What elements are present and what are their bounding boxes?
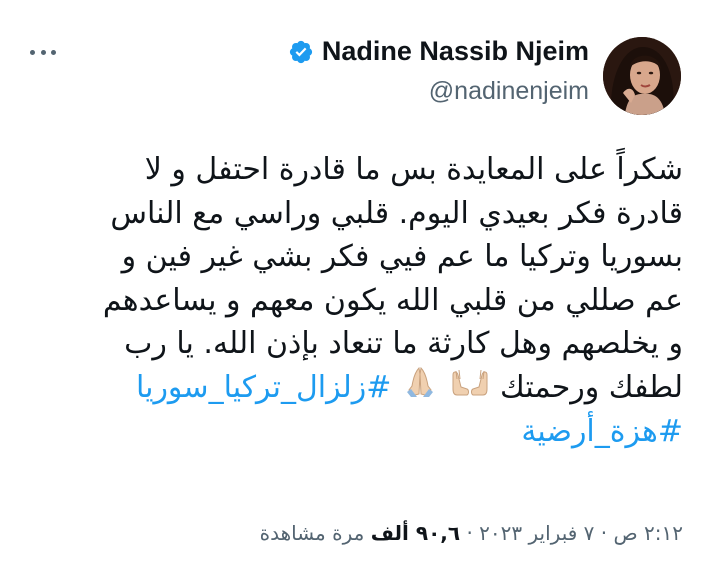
author-info: Nadine Nassib Njeim @nadinenjeim bbox=[288, 36, 589, 106]
tweet-line-last: لطفك ورحمتك #زلزال_تركيا_سوريا bbox=[28, 366, 683, 411]
tweet-line: #هزة_أرضية bbox=[28, 410, 683, 454]
tweet-line: و يخلصهم وهل كارثة ما تنعاد بإذن الله. ي… bbox=[124, 326, 683, 361]
name-row: Nadine Nassib Njeim bbox=[288, 36, 589, 67]
tweet-time[interactable]: ٢:١٢ ص bbox=[613, 521, 683, 545]
tweet-meta: ٢:١٢ ص · ٧ فبراير ٢٠٢٣ · ٩٠,٦ ألف مرة مش… bbox=[260, 521, 683, 545]
verified-badge-icon bbox=[289, 40, 313, 63]
tweet-line: شكراً على المعايدة بس ما قادرة احتفل و ل… bbox=[144, 152, 683, 187]
views-label: مرة مشاهدة bbox=[259, 521, 365, 545]
author-handle[interactable]: @nadinenjeim bbox=[288, 77, 589, 106]
hashtag-link[interactable]: #هزة_أرضية bbox=[521, 414, 683, 449]
tweet-line: بسوريا وتركيا ما عم فيي فكر بشي غير فين … bbox=[121, 239, 683, 274]
profile-photo-icon bbox=[603, 37, 681, 115]
meta-separator: · bbox=[600, 521, 608, 545]
author-display-name[interactable]: Nadine Nassib Njeim bbox=[322, 36, 589, 67]
tweet-line-text: لطفك ورحمتك bbox=[500, 369, 683, 405]
avatar[interactable] bbox=[603, 37, 681, 115]
tweet-card: Nadine Nassib Njeim @nadinenjeim شكراً ع… bbox=[0, 0, 713, 562]
hashtag-link[interactable]: #زلزال_تركيا_سوريا bbox=[136, 370, 391, 405]
tweet-line: قادرة فكر بعيدي اليوم. قلبي وراسي مع الن… bbox=[110, 195, 683, 231]
views-count[interactable]: ٩٠,٦ ألف bbox=[371, 521, 460, 545]
tweet-line: عم صللي من قلبي الله يكون معهم و يساعدهم bbox=[102, 282, 683, 318]
tweet-date[interactable]: ٧ فبراير ٢٠٢٣ bbox=[479, 521, 594, 545]
meta-separator: · bbox=[466, 521, 473, 545]
tweet-text: شكراً على المعايدة بس ما قادرة احتفل و ل… bbox=[28, 148, 683, 454]
palms-up-together-icon bbox=[451, 366, 489, 410]
folded-hands-icon bbox=[403, 366, 437, 411]
more-options-icon[interactable] bbox=[30, 44, 56, 60]
